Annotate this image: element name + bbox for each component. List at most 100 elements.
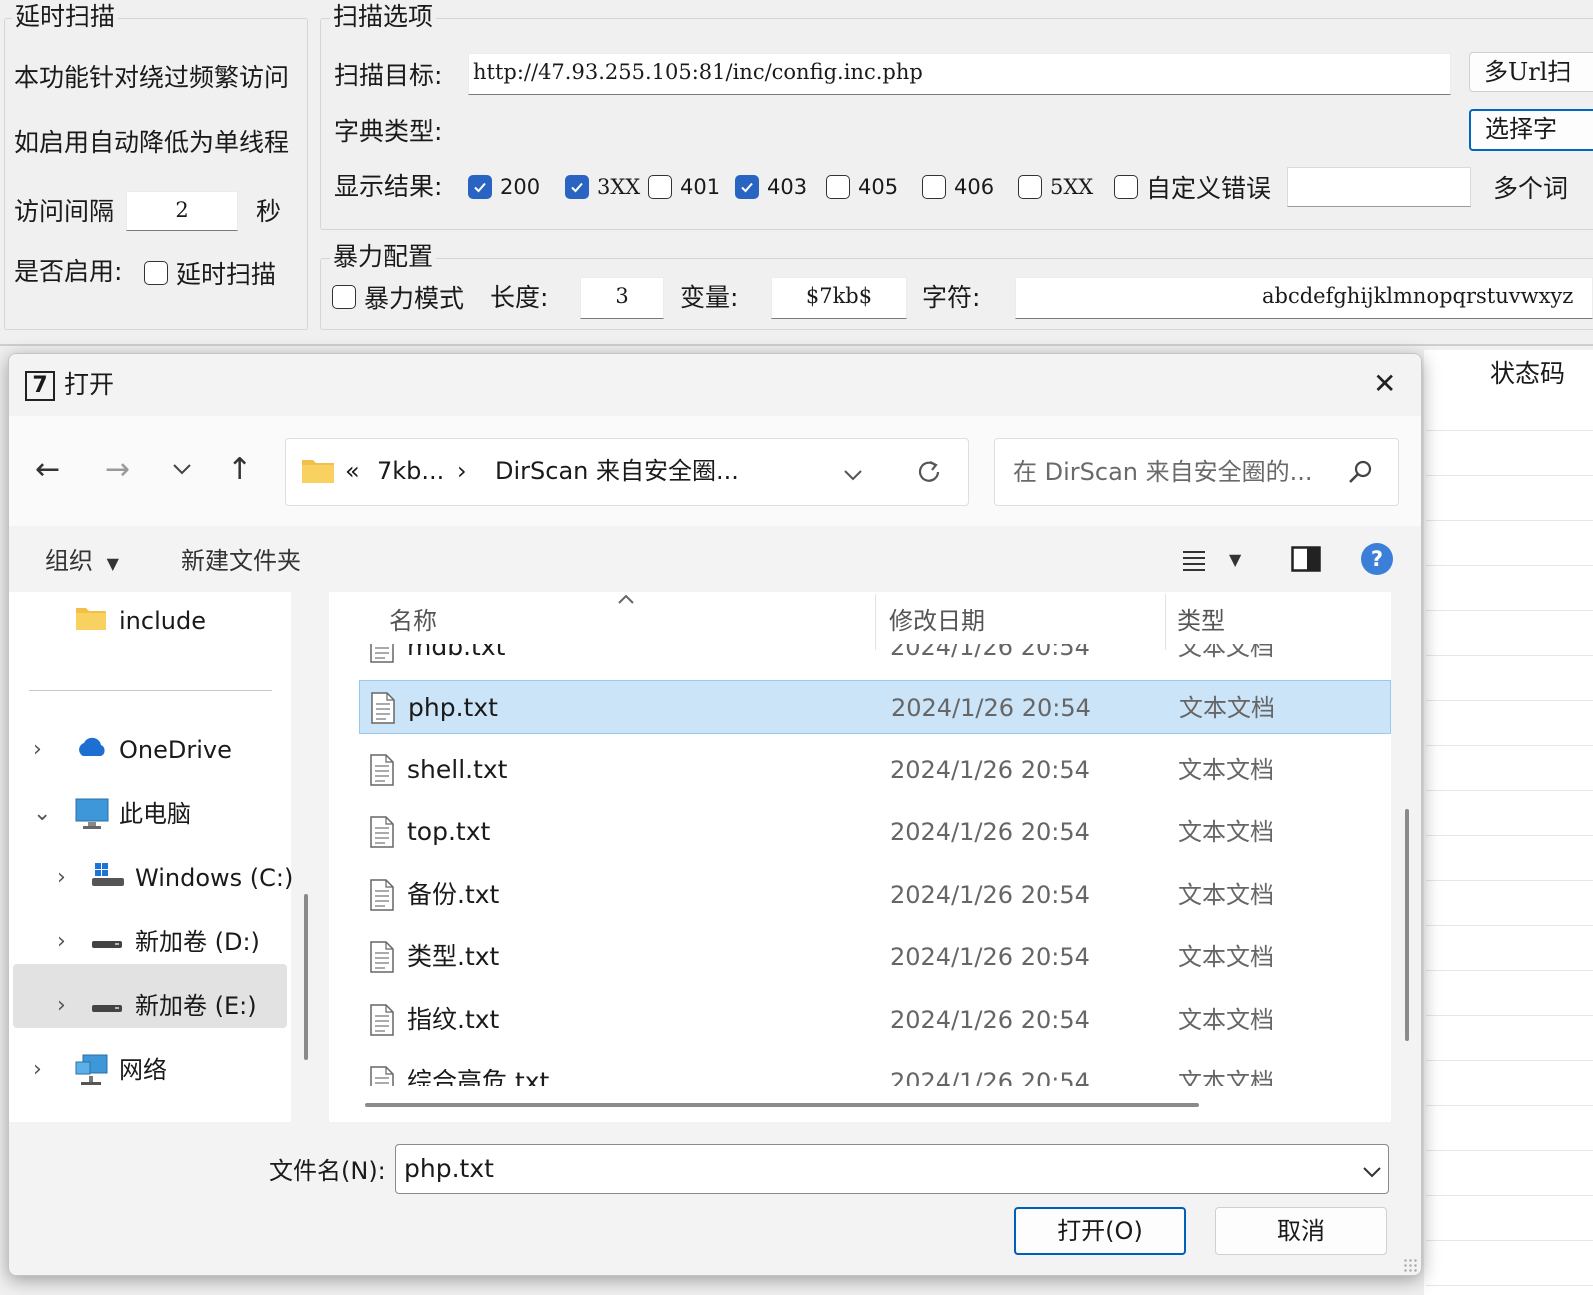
- tree-item-label[interactable]: 网络: [119, 1052, 167, 1088]
- column-divider: [1165, 594, 1166, 650]
- file-date: 2024/1/26 20:54: [890, 1005, 1090, 1034]
- cancel-button[interactable]: 取消: [1215, 1207, 1387, 1255]
- grid-line: [1426, 925, 1593, 926]
- chevron-right-icon[interactable]: ›: [57, 988, 66, 1024]
- charset-input[interactable]: abcdefghijklmnopqrstuvwxyz: [1015, 277, 1593, 319]
- search-icon[interactable]: [1347, 458, 1375, 490]
- file-row-partial[interactable]: mdb.txt 2024/1/26 20:54 文本文档: [359, 644, 1391, 674]
- length-input[interactable]: 3: [580, 277, 664, 319]
- column-header-name[interactable]: 名称: [389, 604, 437, 638]
- interval-input[interactable]: 2: [126, 191, 238, 231]
- custom-error-input[interactable]: [1287, 167, 1471, 207]
- delay-enable-checkbox[interactable]: 延时扫描: [144, 257, 276, 289]
- file-date: 2024/1/26 20:54: [890, 755, 1090, 784]
- file-name: php.txt: [408, 693, 498, 722]
- file-row[interactable]: 类型.txt 2024/1/26 20:54 文本文档: [359, 930, 1391, 984]
- view-list-icon[interactable]: [1181, 548, 1207, 576]
- file-row[interactable]: 备份.txt 2024/1/26 20:54 文本文档: [359, 868, 1391, 922]
- up-arrow-icon[interactable]: ↑: [227, 450, 252, 490]
- path-ellipsis[interactable]: «: [345, 454, 360, 488]
- file-row[interactable]: shell.txt 2024/1/26 20:54 文本文档: [359, 743, 1391, 797]
- status-filter-401[interactable]: 401: [648, 171, 720, 203]
- enable-label: 是否启用:: [14, 257, 123, 286]
- text-file-icon: [369, 753, 395, 790]
- tree-scrollbar[interactable]: [304, 894, 308, 1060]
- target-input[interactable]: http://47.93.255.105:81/inc/config.inc.p…: [468, 53, 1451, 95]
- status-filter-200[interactable]: 200: [468, 171, 540, 203]
- status-filter-403[interactable]: 403: [735, 171, 807, 203]
- close-icon[interactable]: ✕: [1373, 366, 1396, 402]
- grid-line: [1426, 610, 1593, 611]
- address-chevron-down-icon[interactable]: [843, 466, 863, 485]
- grid-line: [1426, 880, 1593, 881]
- file-row[interactable]: php.txt 2024/1/26 20:54 文本文档: [359, 680, 1391, 734]
- grid-line: [1426, 1195, 1593, 1196]
- search-placeholder: 在 DirScan 来自安全圈的...: [1013, 458, 1313, 486]
- help-icon[interactable]: ?: [1361, 543, 1393, 575]
- chevron-right-icon[interactable]: ›: [33, 1052, 42, 1088]
- horizontal-scrollbar[interactable]: [365, 1103, 1199, 1107]
- path-segment-7kb[interactable]: 7kb...: [377, 454, 444, 488]
- checkbox-box: [332, 285, 356, 309]
- file-date: 2024/1/26 20:54: [891, 694, 1091, 722]
- forward-arrow-icon[interactable]: →: [105, 450, 130, 490]
- status-filter-3xx[interactable]: 3XX: [565, 171, 640, 203]
- status-filter-406[interactable]: 406: [922, 171, 994, 203]
- charset-label: 字符:: [922, 283, 981, 312]
- variable-label: 变量:: [680, 283, 739, 312]
- status-filter-405[interactable]: 405: [826, 171, 898, 203]
- tree-item-label[interactable]: 新加卷 (D:): [135, 924, 260, 960]
- dropdown-triangle-icon: ▼: [106, 554, 119, 573]
- results-label: 显示结果:: [334, 172, 443, 201]
- text-file-icon: [369, 878, 395, 915]
- file-rows-viewport: mdb.txt 2024/1/26 20:54 文本文档 php.txt 2024…: [329, 644, 1391, 1086]
- status-filter-自定义错误[interactable]: 自定义错误: [1114, 171, 1271, 203]
- resize-grip-icon[interactable]: [1403, 1258, 1417, 1272]
- recent-chevron-down-icon[interactable]: [171, 450, 193, 490]
- organize-menu[interactable]: 组织 ▼: [45, 544, 119, 581]
- tree-item-label[interactable]: OneDrive: [119, 732, 232, 768]
- grid-line: [1426, 790, 1593, 791]
- file-date: 2024/1/26 20:54: [890, 880, 1090, 909]
- tree-item-label[interactable]: 新加卷 (E:): [135, 988, 257, 1024]
- checkbox-box: [922, 175, 946, 199]
- chevron-down-icon[interactable]: ⌄: [33, 796, 51, 832]
- column-header-type[interactable]: 类型: [1177, 604, 1225, 638]
- new-folder-button[interactable]: 新建文件夹: [181, 544, 301, 578]
- file-row[interactable]: 综合高危.txt 2024/1/26 20:54 文本文档: [359, 1055, 1391, 1086]
- variable-input[interactable]: $7kb$: [771, 277, 907, 319]
- chevron-right-icon[interactable]: ›: [33, 732, 42, 768]
- results-table[interactable]: [1424, 350, 1593, 1295]
- choose-dict-button[interactable]: 选择字: [1469, 109, 1593, 151]
- interval-label: 访问间隔: [14, 197, 115, 226]
- brute-mode-checkbox[interactable]: 暴力模式: [332, 281, 464, 313]
- file-row[interactable]: 指纹.txt 2024/1/26 20:54 文本文档: [359, 993, 1391, 1047]
- refresh-icon[interactable]: [915, 458, 943, 490]
- file-type: 文本文档: [1178, 1068, 1274, 1086]
- status-code-header[interactable]: 状态码: [1490, 358, 1565, 390]
- file-name: shell.txt: [407, 754, 508, 784]
- tree-item-label[interactable]: include: [119, 603, 206, 639]
- open-button[interactable]: 打开(O): [1014, 1207, 1186, 1255]
- vertical-scrollbar[interactable]: [1405, 809, 1409, 1041]
- checkbox-box: [648, 175, 672, 199]
- file-type: 文本文档: [1178, 755, 1274, 784]
- file-row[interactable]: top.txt 2024/1/26 20:54 文本文档: [359, 805, 1391, 859]
- file-date: 2024/1/26 20:54: [890, 644, 1090, 661]
- path-segment-dirscan[interactable]: DirScan 来自安全圈...: [495, 454, 739, 488]
- column-header-date[interactable]: 修改日期: [889, 604, 985, 638]
- chevron-right-icon[interactable]: ›: [57, 860, 66, 896]
- view-dropdown-icon[interactable]: ▼: [1229, 547, 1241, 573]
- status-filter-5xx[interactable]: 5XX: [1018, 171, 1093, 203]
- grid-line: [1426, 835, 1593, 836]
- multi-url-button[interactable]: 多Url扫: [1469, 52, 1593, 92]
- back-arrow-icon[interactable]: ←: [35, 450, 60, 490]
- preview-pane-icon[interactable]: [1291, 546, 1321, 576]
- tree-item-label[interactable]: Windows (C:): [135, 860, 293, 896]
- chevron-right-icon[interactable]: ›: [57, 924, 66, 960]
- file-type: 文本文档: [1178, 1005, 1274, 1034]
- filename-chevron-down-icon[interactable]: [1362, 1163, 1382, 1182]
- target-label: 扫描目标:: [334, 61, 443, 90]
- tree-item-label[interactable]: 此电脑: [119, 796, 191, 832]
- filename-input[interactable]: php.txt: [395, 1144, 1389, 1194]
